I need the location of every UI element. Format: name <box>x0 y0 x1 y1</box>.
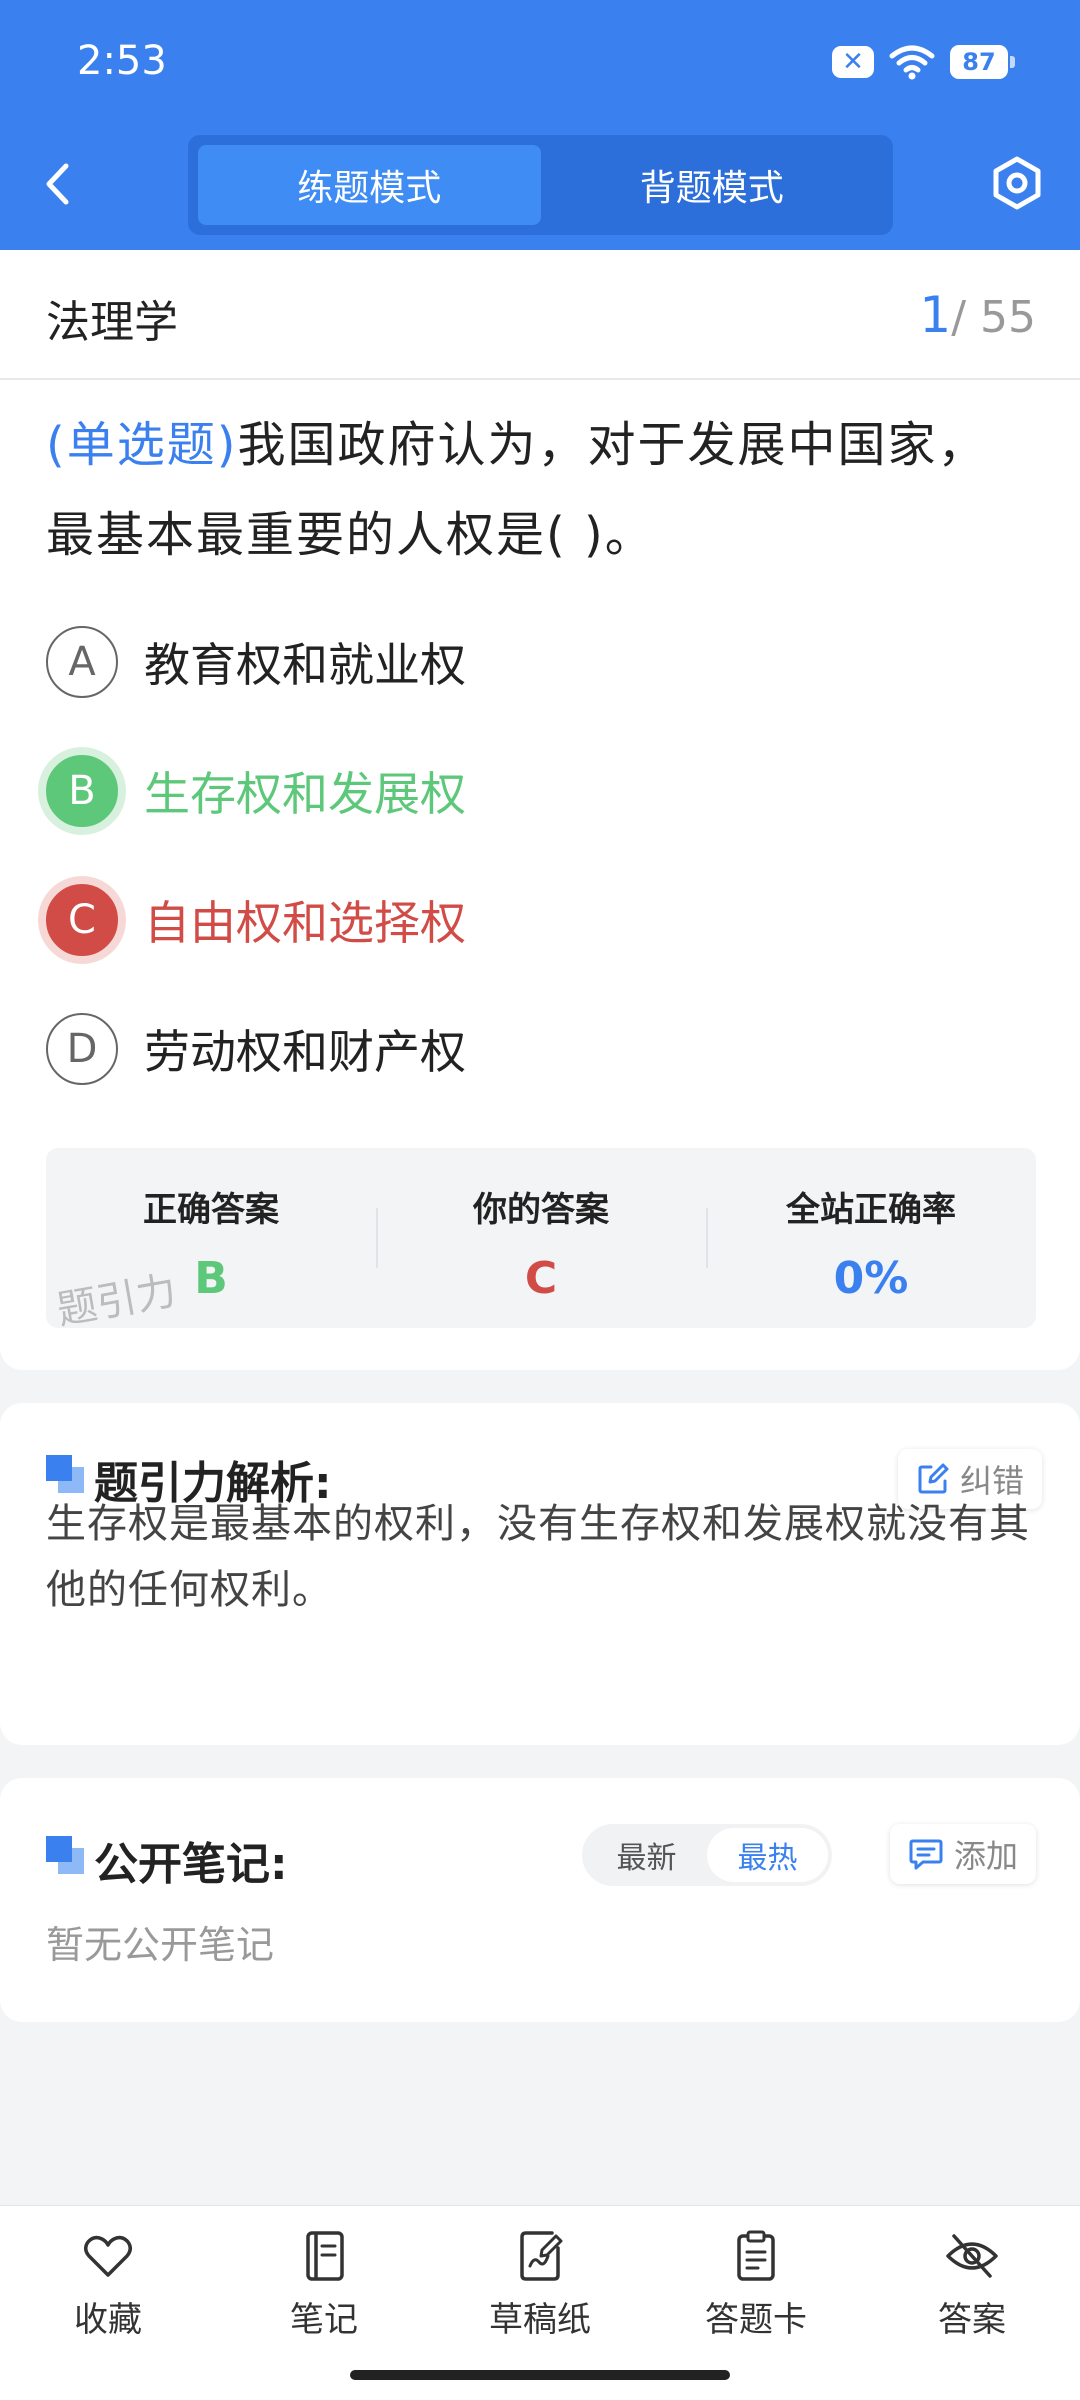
accuracy-column: 全站正确率 0% <box>706 1148 1036 1328</box>
sort-latest[interactable]: 最新 <box>586 1828 707 1882</box>
analysis-text: 生存权是最基本的权利，没有生存权和发展权就没有其他的任何权利。 <box>46 1501 1030 1613</box>
tab-label: 答案 <box>938 2300 1006 2340</box>
section-icon <box>46 1836 84 1874</box>
analysis-card: 题引力解析: 纠错 生存权是最基本的权利，没有生存权和发展权就没有其他的任何权利… <box>0 1403 1080 1745</box>
battery-icon: 87 <box>950 45 1015 79</box>
correct-answer-label: 正确答案 <box>143 1190 279 1230</box>
option-text: 自由权和选择权 <box>144 896 466 950</box>
tab-memorize-mode[interactable]: 背题模式 <box>541 145 884 225</box>
your-answer-label: 你的答案 <box>473 1190 609 1230</box>
tab-favorite[interactable]: 收藏 <box>0 2206 216 2400</box>
no-sim-icon: ✕ <box>832 46 874 78</box>
option-d[interactable]: D 劳动权和财产权 <box>46 1012 466 1086</box>
battery-level: 87 <box>962 48 996 76</box>
tab-label: 草稿纸 <box>489 2300 591 2340</box>
question-card: 法理学 1/ 55 (单选题)我国政府认为，对于发展中国家，最基本最重要的人权是… <box>0 250 1080 1370</box>
tab-label: 笔记 <box>290 2300 358 2340</box>
status-time: 2:53 <box>77 38 167 84</box>
home-indicator[interactable] <box>350 2370 730 2380</box>
current-question-number: 1 <box>919 286 952 344</box>
option-letter: D <box>46 1013 118 1085</box>
option-c[interactable]: C 自由权和选择权 <box>46 883 466 957</box>
heart-icon <box>84 2235 132 2277</box>
total-questions: / 55 <box>951 292 1036 343</box>
tab-answer[interactable]: 答案 <box>864 2206 1080 2400</box>
option-b[interactable]: B 生存权和发展权 <box>46 754 466 828</box>
option-letter: C <box>46 884 118 956</box>
settings-button[interactable] <box>988 154 1046 212</box>
add-note-label: 添加 <box>954 1837 1019 1875</box>
subject-row: 法理学 1/ 55 <box>0 250 1080 380</box>
section-icon <box>46 1455 84 1493</box>
correct-answer-value: B <box>194 1253 228 1304</box>
chevron-left-icon <box>46 163 69 205</box>
accuracy-label: 全站正确率 <box>786 1190 956 1230</box>
notebook-icon <box>306 2231 344 2281</box>
your-answer-column: 你的答案 C <box>376 1148 706 1328</box>
question-type: (单选题) <box>46 417 238 473</box>
correct-answer-column: 正确答案 B 题引力 <box>46 1148 376 1334</box>
add-note-button[interactable]: 添加 <box>890 1824 1037 1884</box>
answer-sheet-icon <box>737 2230 775 2281</box>
hexagon-settings-icon <box>993 156 1041 210</box>
subject-title: 法理学 <box>46 297 178 348</box>
option-text: 生存权和发展权 <box>144 767 466 821</box>
answer-summary: 正确答案 B 题引力 你的答案 C 全站正确率 0% <box>46 1148 1036 1334</box>
notes-sort-toggle: 最新 最热 <box>582 1824 832 1886</box>
app-header: 2:53 ✕ 87 练题模式 背题模式 <box>0 0 1080 250</box>
empty-notes-text: 暂无公开笔记 <box>46 1923 275 1967</box>
question-counter: 1/ 55 <box>919 286 1036 344</box>
comment-icon <box>909 1839 943 1870</box>
sort-hottest[interactable]: 最热 <box>707 1828 828 1882</box>
tab-practice-mode[interactable]: 练题模式 <box>198 145 541 225</box>
option-letter: B <box>46 755 118 827</box>
eye-off-icon <box>946 2234 998 2278</box>
watermark: 题引力 <box>53 1267 180 1335</box>
option-text: 劳动权和财产权 <box>144 1025 466 1079</box>
accuracy-value: 0% <box>833 1253 909 1304</box>
status-icons: ✕ 87 <box>832 44 1015 80</box>
option-a[interactable]: A 教育权和就业权 <box>46 625 466 699</box>
mode-switch: 练题模式 背题模式 <box>188 135 893 235</box>
notes-title: 公开笔记: <box>94 1839 288 1890</box>
draft-paper-icon <box>520 2231 563 2281</box>
back-button[interactable] <box>44 156 84 212</box>
your-answer-value: C <box>524 1253 558 1304</box>
option-letter: A <box>46 626 118 698</box>
wifi-icon <box>888 44 936 80</box>
tab-label: 收藏 <box>74 2300 142 2340</box>
option-text: 教育权和就业权 <box>144 638 466 692</box>
notes-card: 公开笔记: 最新 最热 添加 暂无公开笔记 <box>0 1778 1080 2022</box>
question-text: (单选题)我国政府认为，对于发展中国家，最基本最重要的人权是( )。 <box>46 400 1036 580</box>
tab-label: 答题卡 <box>705 2300 807 2340</box>
